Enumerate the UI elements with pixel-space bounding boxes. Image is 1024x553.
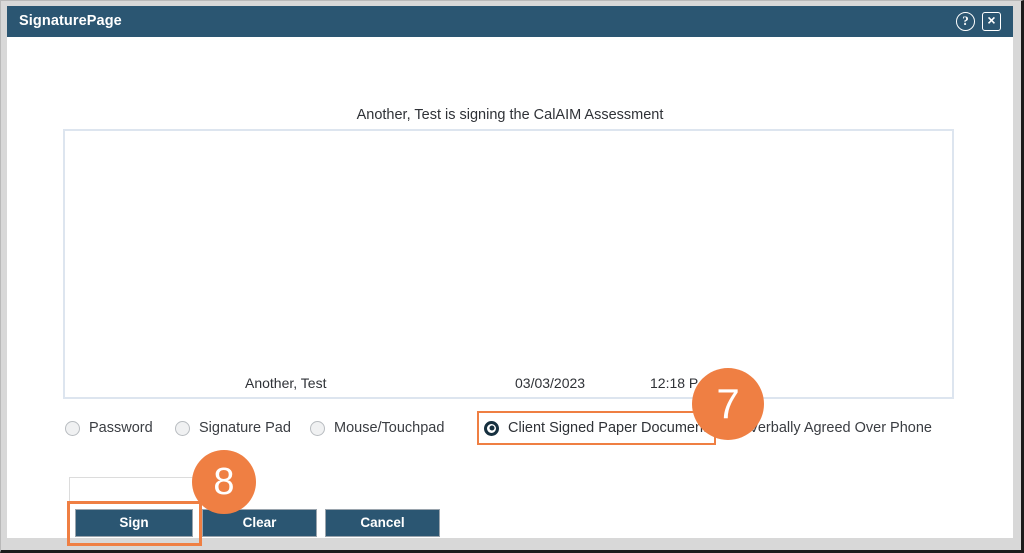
close-icon[interactable]: × <box>982 12 1001 31</box>
help-circle-icon[interactable]: ? <box>956 12 975 31</box>
radio-label-verbally-agreed: Verbally Agreed Over Phone <box>749 420 932 436</box>
title-bar: SignaturePage ? × <box>7 6 1013 37</box>
step-badge-8: 8 <box>192 450 256 514</box>
step-badge-7: 7 <box>692 368 764 440</box>
window-title: SignaturePage <box>19 13 122 29</box>
signature-method-group: Password Signature Pad Mouse/Touchpad Cl… <box>65 411 965 445</box>
sign-button[interactable]: Sign <box>75 509 193 537</box>
signature-canvas[interactable]: Another, Test 03/03/2023 12:18 P <box>63 129 954 399</box>
radio-password[interactable]: Password <box>65 414 153 442</box>
signature-name: Another, Test <box>245 375 327 391</box>
signature-date: 03/03/2023 <box>515 375 586 391</box>
radio-mark-signature-pad <box>175 420 190 436</box>
signature-time: 12:18 P <box>650 375 699 391</box>
dialog-body: Another, Test is signing the CalAIM Asse… <box>7 37 1013 546</box>
radio-client-signed-paper[interactable]: Client Signed Paper Document <box>477 411 717 445</box>
window-frame: SignaturePage ? × Another, Test is signi… <box>0 0 1024 553</box>
dialog-window: SignaturePage ? × Another, Test is signi… <box>7 6 1013 546</box>
radio-mark-password <box>65 420 80 436</box>
radio-mark-mouse-touchpad <box>310 420 325 436</box>
radio-mark-client-signed-paper <box>484 420 499 436</box>
cancel-button[interactable]: Cancel <box>325 509 440 537</box>
signing-statement: Another, Test is signing the CalAIM Asse… <box>356 107 664 123</box>
radio-label-password: Password <box>89 420 153 436</box>
radio-label-mouse-touchpad: Mouse/Touchpad <box>334 420 445 436</box>
radio-mouse-touchpad[interactable]: Mouse/Touchpad <box>310 414 444 442</box>
radio-label-client-signed-paper: Client Signed Paper Document <box>508 420 708 436</box>
radio-label-signature-pad: Signature Pad <box>199 420 291 436</box>
radio-signature-pad[interactable]: Signature Pad <box>175 414 291 442</box>
